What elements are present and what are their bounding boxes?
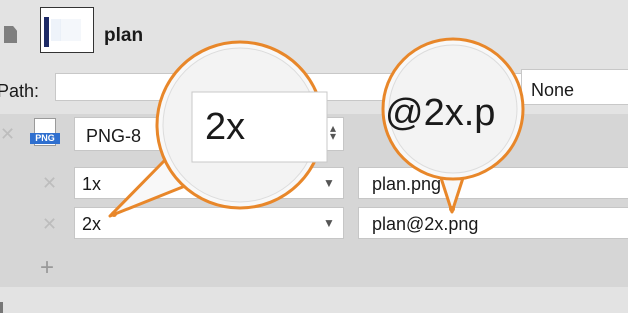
callout-layer (108, 37, 525, 218)
callout-filename-text: @2x.p (385, 92, 496, 134)
callout-scale-text: 2x (205, 106, 246, 148)
